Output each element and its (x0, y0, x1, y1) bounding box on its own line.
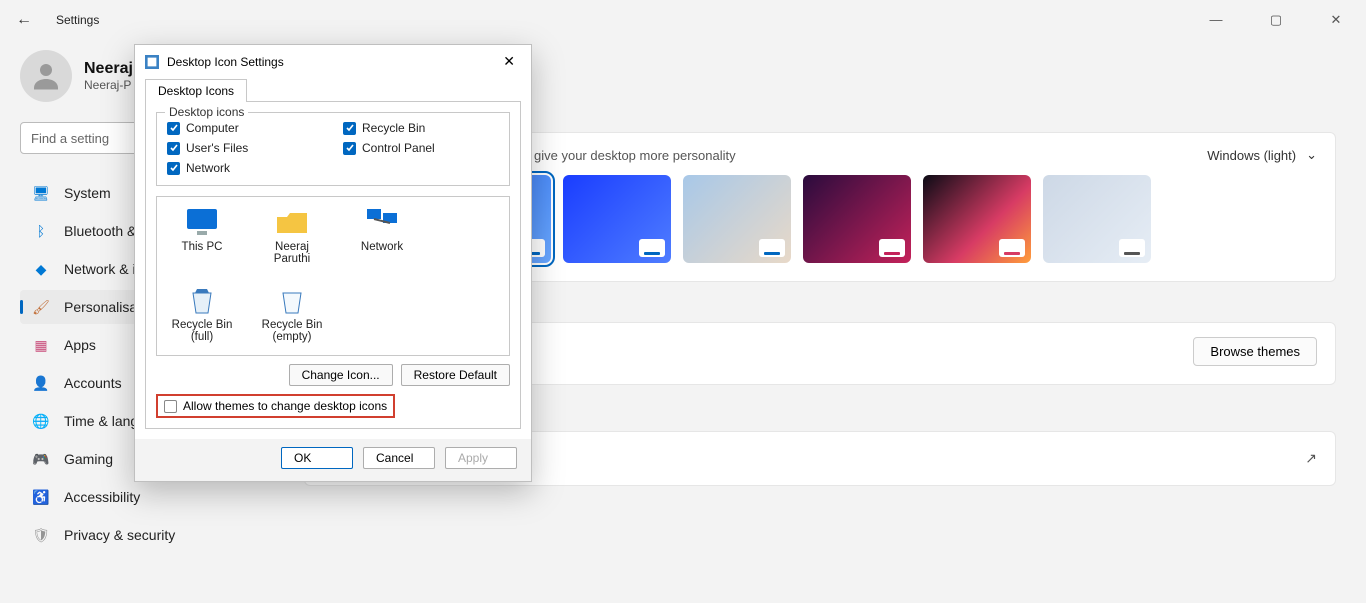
icon-preview-grid: This PC Neeraj Paruthi Network Recycle B… (156, 196, 510, 356)
window-controls: — ▢ ✕ (1198, 12, 1354, 28)
theme-mini-preview (759, 239, 785, 257)
current-theme-label: Windows (light) (1207, 148, 1296, 163)
dialog-footer: OK Cancel Apply (135, 439, 531, 481)
nav-label: Time & lang (64, 413, 138, 429)
checkbox-recycle-bin[interactable]: Recycle Bin (343, 121, 499, 135)
checkbox-control-panel[interactable]: Control Panel (343, 141, 499, 155)
current-theme-indicator[interactable]: Windows (light) ⌄ (1207, 147, 1317, 163)
dialog-body: Desktop icons Computer Recycle Bin User'… (145, 101, 521, 429)
icon-action-row: Change Icon... Restore Default (156, 364, 510, 386)
icon-recycle-bin-empty[interactable]: Recycle Bin (empty) (257, 285, 327, 343)
nav-label: Apps (64, 337, 96, 353)
fieldset-legend: Desktop icons (165, 105, 248, 119)
ok-button[interactable]: OK (281, 447, 353, 469)
checkbox-network[interactable]: Network (167, 161, 323, 175)
external-link-icon: ↗ (1305, 450, 1317, 467)
theme-tile-2[interactable] (563, 175, 671, 263)
restore-default-button[interactable]: Restore Default (401, 364, 510, 386)
nav-label: Accessibility (64, 489, 140, 505)
dialog-close-button[interactable]: ✕ (497, 51, 521, 72)
nav-icon: 🎮 (32, 450, 50, 468)
nav-label: Privacy & security (64, 527, 175, 543)
sidebar-item-accessibility[interactable]: ♿ Accessibility (20, 480, 292, 514)
window-title: Settings (56, 13, 99, 27)
theme-tile-5[interactable] (923, 175, 1031, 263)
theme-tile-3[interactable] (683, 175, 791, 263)
theme-mini-preview (639, 239, 665, 257)
profile-email: Neeraj-P (84, 78, 133, 92)
nav-icon: ◆ (32, 260, 50, 278)
close-button[interactable]: ✕ (1318, 12, 1354, 28)
icon-network[interactable]: Network (347, 207, 417, 265)
titlebar: ← Settings — ▢ ✕ (0, 0, 1366, 40)
apply-button[interactable]: Apply (445, 447, 517, 469)
nav-icon: 🛡 (32, 526, 50, 544)
theme-mini-preview (999, 239, 1025, 257)
minimize-button[interactable]: — (1198, 12, 1234, 28)
theme-mini-preview (1119, 239, 1145, 257)
back-button[interactable]: ← (12, 8, 36, 32)
dialog-title: Desktop Icon Settings (167, 55, 284, 69)
icon-user-folder[interactable]: Neeraj Paruthi (257, 207, 327, 265)
nav-label: Personalisat (64, 299, 141, 315)
checkbox-users-files[interactable]: User's Files (167, 141, 323, 155)
search-placeholder: Find a setting (31, 131, 109, 146)
theme-mini-preview (879, 239, 905, 257)
change-icon-button[interactable]: Change Icon... (289, 364, 393, 386)
nav-label: System (64, 185, 111, 201)
dialog-titlebar: Desktop Icon Settings ✕ (135, 45, 531, 78)
icon-this-pc[interactable]: This PC (167, 207, 237, 265)
nav-icon: ♿ (32, 488, 50, 506)
cancel-button[interactable]: Cancel (363, 447, 435, 469)
nav-icon: ᛒ (32, 222, 50, 240)
nav-icon: 🖥 (32, 184, 50, 202)
allow-themes-label: Allow themes to change desktop icons (183, 399, 387, 413)
settings-app-icon (145, 55, 159, 69)
desktop-icon-settings-dialog: Desktop Icon Settings ✕ Desktop Icons De… (134, 44, 532, 482)
checkbox-computer[interactable]: Computer (167, 121, 323, 135)
nav-icon: 🖌 (32, 298, 50, 316)
browse-themes-button[interactable]: Browse themes (1193, 337, 1317, 366)
desktop-icons-fieldset: Desktop icons Computer Recycle Bin User'… (156, 112, 510, 186)
theme-tile-4[interactable] (803, 175, 911, 263)
maximize-button[interactable]: ▢ (1258, 12, 1294, 28)
avatar (20, 50, 72, 102)
sidebar-item-privacy-security[interactable]: 🛡 Privacy & security (20, 518, 292, 552)
chevron-down-icon: ⌄ (1306, 147, 1317, 163)
nav-label: Bluetooth & (64, 223, 136, 239)
tab-desktop-icons[interactable]: Desktop Icons (145, 79, 247, 102)
profile-name: Neeraj (84, 60, 133, 78)
icon-recycle-bin-full[interactable]: Recycle Bin (full) (167, 285, 237, 343)
nav-label: Accounts (64, 375, 122, 391)
allow-themes-checkbox[interactable] (164, 400, 177, 413)
checkbox-grid: Computer Recycle Bin User's Files Contro… (167, 121, 499, 175)
nav-icon: 🌐 (32, 412, 50, 430)
nav-label: Network & i (64, 261, 136, 277)
theme-tile-6[interactable] (1043, 175, 1151, 263)
nav-icon: ▦ (32, 336, 50, 354)
nav-icon: 👤 (32, 374, 50, 392)
nav-label: Gaming (64, 451, 113, 467)
dialog-tabs: Desktop Icons (135, 78, 531, 101)
allow-themes-highlight: Allow themes to change desktop icons (156, 394, 395, 418)
